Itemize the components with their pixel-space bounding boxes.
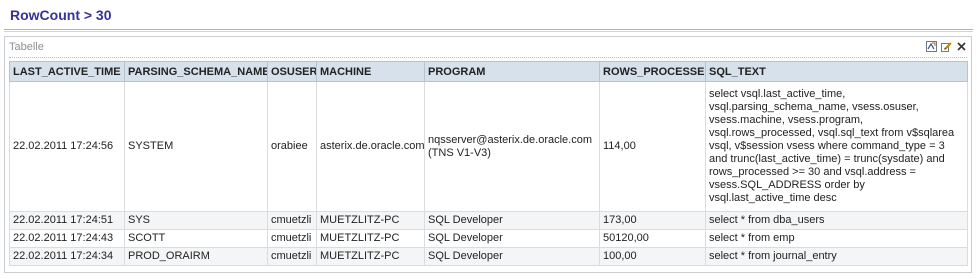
cell-parsing-schema-name: SCOTT (124, 229, 268, 248)
cell-last-active-time: 22.02.2011 17:24:51 (9, 211, 125, 230)
cell-parsing-schema-name: SYSTEM (124, 81, 268, 212)
cell-sql-text: select * from journal_entry (705, 247, 968, 266)
results-table-container: LAST_ACTIVE_TIME PARSING_SCHEMA_NAME OSU… (9, 61, 968, 266)
table-row: 22.02.2011 17:24:34 PROD_ORAIRM cmuetzli… (9, 247, 968, 266)
panel-divider (9, 57, 967, 58)
cell-machine: MUETZLITZ-PC (316, 229, 425, 248)
column-header-program[interactable]: PROGRAM (424, 61, 600, 82)
cell-parsing-schema-name: SYS (124, 211, 268, 230)
cell-rows-processed: 50120,00 (599, 229, 706, 248)
cell-sql-text: select * from emp (705, 229, 968, 248)
cell-program: nqsserver@asterix.de.oracle.com (TNS V1-… (424, 81, 600, 212)
cell-osuser: cmuetzli (267, 211, 317, 230)
column-header-last-active-time[interactable]: LAST_ACTIVE_TIME (9, 61, 125, 82)
column-header-osuser[interactable]: OSUSER (267, 61, 317, 82)
view-toolbar (925, 40, 967, 52)
cell-last-active-time: 22.02.2011 17:24:34 (9, 247, 125, 266)
cell-rows-processed: 114,00 (599, 81, 706, 212)
view-label: Tabelle (9, 41, 44, 53)
cell-last-active-time: 22.02.2011 17:24:56 (9, 81, 125, 212)
cell-machine: MUETZLITZ-PC (316, 211, 425, 230)
title-divider-secondary (4, 31, 973, 32)
cell-machine: asterix.de.oracle.com (316, 81, 425, 212)
export-icon[interactable] (925, 40, 937, 52)
report-title: RowCount > 30 (10, 7, 112, 23)
table-row: 22.02.2011 17:24:56 SYSTEM orabiee aster… (9, 81, 968, 212)
table-view-panel: Tabelle LAST_ACTIVE_TIME PARSING_SCHEMA_… (4, 36, 972, 273)
cell-machine: MUETZLITZ-PC (316, 247, 425, 266)
cell-osuser: cmuetzli (267, 229, 317, 248)
cell-program: SQL Developer (424, 229, 600, 248)
column-header-machine[interactable]: MACHINE (316, 61, 425, 82)
column-header-rows-processed[interactable]: ROWS_PROCESSED (599, 61, 706, 82)
table-row: 22.02.2011 17:24:43 SCOTT cmuetzli MUETZ… (9, 229, 968, 248)
table-header-row: LAST_ACTIVE_TIME PARSING_SCHEMA_NAME OSU… (9, 61, 968, 82)
cell-sql-text: select * from dba_users (705, 211, 968, 230)
results-table: LAST_ACTIVE_TIME PARSING_SCHEMA_NAME OSU… (9, 61, 968, 266)
cell-last-active-time: 22.02.2011 17:24:43 (9, 229, 125, 248)
column-header-parsing-schema-name[interactable]: PARSING_SCHEMA_NAME (124, 61, 268, 82)
cell-sql-text: select vsql.last_active_time, vsql.parsi… (705, 81, 968, 212)
table-row: 22.02.2011 17:24:51 SYS cmuetzli MUETZLI… (9, 211, 968, 230)
cell-rows-processed: 173,00 (599, 211, 706, 230)
cell-program: SQL Developer (424, 247, 600, 266)
cell-parsing-schema-name: PROD_ORAIRM (124, 247, 268, 266)
column-header-sql-text[interactable]: SQL_TEXT (705, 61, 968, 82)
cell-osuser: orabiee (267, 81, 317, 212)
cell-osuser: cmuetzli (267, 247, 317, 266)
edit-icon[interactable] (940, 40, 952, 52)
report-title-bar: RowCount > 30 (0, 0, 977, 32)
close-icon[interactable] (955, 40, 967, 52)
title-divider (4, 29, 973, 30)
cell-program: SQL Developer (424, 211, 600, 230)
cell-rows-processed: 100,00 (599, 247, 706, 266)
